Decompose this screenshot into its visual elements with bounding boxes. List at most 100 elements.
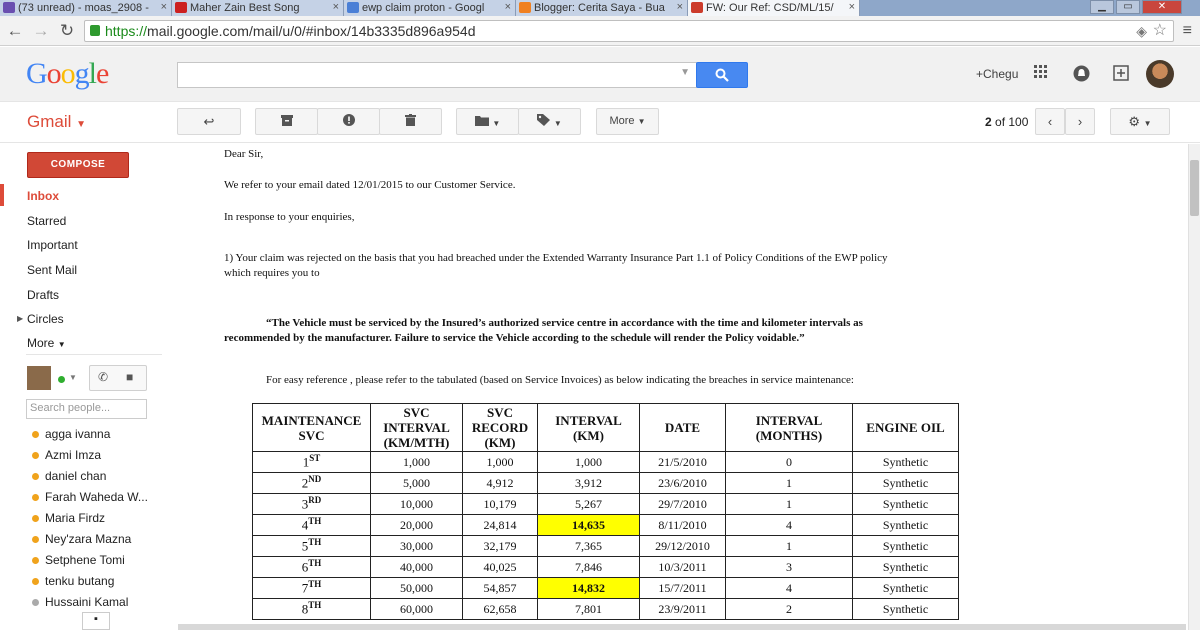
sidebar-item-starred[interactable]: Starred [27, 214, 66, 228]
chat-bubble-icon[interactable]: ▪ [82, 612, 110, 630]
bookmark-star-icon[interactable]: ☆ [1153, 21, 1167, 41]
blogger-favicon-icon [519, 2, 531, 13]
close-window-button[interactable]: ✕ [1142, 0, 1182, 14]
close-tab-icon[interactable]: × [677, 1, 683, 13]
table-row: 7TH 50,000 54,857 14,832 15/7/2011 4 Synthetic [252, 577, 959, 599]
contact-item[interactable]: tenku butang [32, 574, 114, 588]
google-header: Google ▼ +Chegu [0, 47, 1200, 102]
maximize-window-button[interactable]: ▭ [1116, 0, 1140, 14]
chevron-down-icon[interactable]: ▼ [69, 373, 77, 382]
contact-item[interactable]: Ney'zara Mazna [32, 532, 131, 546]
chevron-right-icon: › [1077, 114, 1083, 129]
forward-arrow-icon[interactable]: → [30, 20, 52, 42]
more-button[interactable]: More ▼ [596, 108, 659, 135]
svc-record-cell: 4,912 [462, 472, 538, 494]
browser-menu-icon[interactable]: ≡ [1183, 22, 1192, 40]
back-arrow-icon[interactable]: ← [4, 20, 26, 42]
sidebar-item-circles[interactable]: Circles [27, 312, 64, 326]
svc-ordinal-cell: 1ST [252, 451, 371, 473]
more-label: More [609, 115, 635, 127]
engine-oil-cell: Synthetic [852, 577, 959, 599]
settings-button[interactable]: ⚙ ▼ [1110, 108, 1170, 135]
older-button[interactable]: › [1065, 108, 1095, 135]
date-cell: 23/9/2011 [639, 598, 726, 620]
tab-active-email[interactable]: FW: Our Ref: CSD/ML/15/ × [688, 0, 860, 16]
status-dot [32, 452, 39, 459]
search-button[interactable] [696, 62, 748, 88]
svc-ordinal-cell: 2ND [252, 472, 371, 494]
horizontal-scrollbar[interactable] [178, 624, 1186, 630]
back-to-inbox-button[interactable]: ↩ [177, 108, 241, 135]
sidebar-item-important[interactable]: Important [27, 238, 78, 252]
left-sidebar: COMPOSE Inbox Starred Important Sent Mai… [0, 144, 165, 630]
service-table: MAINTENANCE SVC SVC INTERVAL (KM/MTH) SV… [252, 403, 959, 620]
date-cell: 23/6/2010 [639, 472, 726, 494]
svc-record-cell: 32,179 [462, 535, 538, 557]
phone-call-icon[interactable]: ✆ [98, 370, 108, 384]
status-dot [32, 431, 39, 438]
apps-grid-icon[interactable] [1032, 65, 1050, 83]
svc-suffix: TH [308, 558, 322, 569]
sidebar-item-more[interactable]: More ▼ [27, 336, 66, 350]
contact-item[interactable]: Hussaini Kamal [32, 595, 128, 609]
search-options-dropdown-icon[interactable]: ▼ [680, 67, 690, 78]
scrollbar-thumb[interactable] [1190, 160, 1199, 216]
contact-item[interactable]: Setphene Tomi [32, 553, 125, 567]
notifications-bell-icon[interactable] [1072, 65, 1090, 83]
expand-triangle-icon[interactable]: ▶ [17, 314, 23, 323]
video-call-icon[interactable]: ■ [126, 370, 133, 384]
vertical-scrollbar[interactable] [1188, 144, 1200, 630]
chevron-down-icon: ▼ [553, 119, 562, 128]
table-row: 6TH 40,000 40,025 7,846 10/3/2011 3 Synthetic [252, 556, 959, 578]
tab-youtube[interactable]: Maher Zain Best Song × [172, 0, 344, 16]
status-dot [32, 473, 39, 480]
contact-name: agga ivanna [45, 427, 111, 441]
share-plus-icon[interactable] [1112, 65, 1130, 83]
table-header-row: MAINTENANCE SVC SVC INTERVAL (KM/MTH) SV… [252, 403, 959, 452]
close-tab-icon[interactable]: × [161, 1, 167, 13]
minimize-window-button[interactable]: ▁ [1090, 0, 1114, 14]
gmail-menu[interactable]: Gmail ▼ [27, 112, 86, 132]
tab-label: FW: Our Ref: CSD/ML/15/ [706, 2, 834, 14]
reload-icon[interactable]: ↻ [56, 20, 78, 42]
contact-item[interactable]: Farah Waheda W... [32, 490, 148, 504]
google-logo[interactable]: Google [26, 57, 109, 91]
table-row: 8TH 60,000 62,658 7,801 23/9/2011 2 Synthetic [252, 598, 959, 620]
sidebar-item-drafts[interactable]: Drafts [27, 288, 59, 302]
search-people-input[interactable]: Search people... [26, 399, 147, 419]
status-dot [32, 578, 39, 585]
svc-suffix: TH [308, 537, 322, 548]
policy-quote-line-2: recommended by the manufacturer. Failure… [224, 332, 805, 344]
contact-item[interactable]: agga ivanna [32, 427, 110, 441]
paragraph-response: In response to your enquiries, [224, 211, 355, 223]
google-plus-user-link[interactable]: +Chegu [976, 67, 1018, 81]
close-tab-icon[interactable]: × [333, 1, 339, 13]
contact-name: Azmi Imza [45, 448, 102, 462]
chat-user-avatar[interactable] [27, 366, 51, 390]
account-avatar[interactable] [1146, 60, 1174, 88]
sidebar-item-sent-mail[interactable]: Sent Mail [27, 263, 77, 277]
interval-months-cell: 0 [725, 451, 853, 473]
svc-interval-cell: 1,000 [370, 451, 463, 473]
close-tab-icon[interactable]: × [849, 1, 855, 13]
address-bar[interactable]: https://mail.google.com/mail/u/0/#inbox/… [84, 20, 1174, 42]
mail-search-input[interactable]: ▼ [177, 62, 697, 88]
report-spam-button[interactable] [317, 108, 380, 135]
move-to-button[interactable]: ▼ [456, 108, 519, 135]
sidebar-item-inbox[interactable]: Inbox [27, 189, 59, 203]
contact-item[interactable]: daniel chan [32, 469, 106, 483]
labels-button[interactable]: ▼ [518, 108, 581, 135]
column-header: INTERVAL (KM) [537, 403, 640, 452]
tab-google-search[interactable]: ewp claim proton - Googl × [344, 0, 516, 16]
close-tab-icon[interactable]: × [505, 1, 511, 13]
newer-button[interactable]: ‹ [1035, 108, 1065, 135]
delete-button[interactable] [379, 108, 442, 135]
tab-blogger[interactable]: Blogger: Cerita Saya - Bua × [516, 0, 688, 16]
extension-icon[interactable]: ◈ [1136, 21, 1147, 41]
contact-item[interactable]: Maria Firdz [32, 511, 105, 525]
contact-item[interactable]: Azmi Imza [32, 448, 101, 462]
compose-button[interactable]: COMPOSE [27, 152, 129, 178]
tab-gmail-unread[interactable]: (73 unread) - moas_2908 - × [0, 0, 172, 16]
column-header: MAINTENANCE SVC [252, 403, 371, 452]
archive-button[interactable] [255, 108, 318, 135]
